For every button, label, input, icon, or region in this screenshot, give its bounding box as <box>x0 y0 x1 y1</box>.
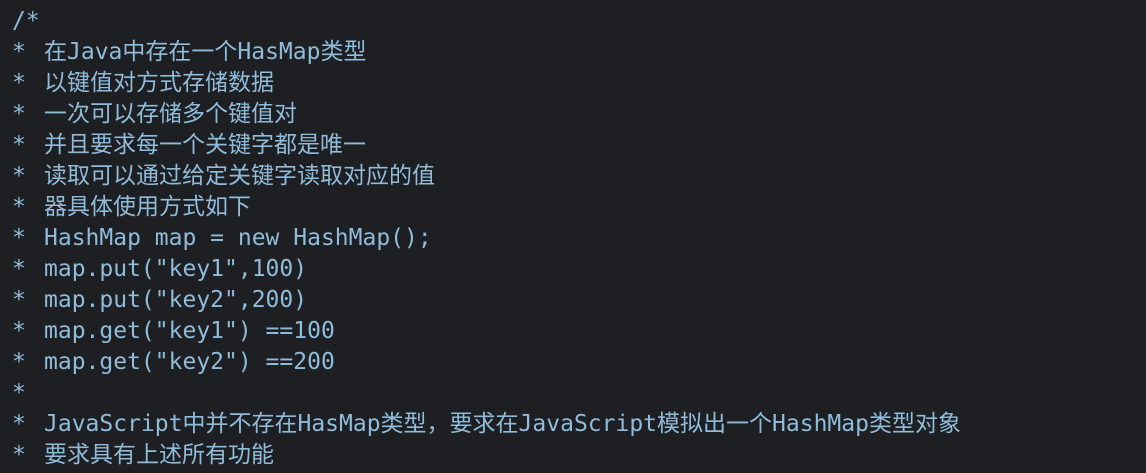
comment-marker: * <box>12 194 26 220</box>
comment-marker: * <box>12 225 26 251</box>
code-line: * 在Java中存在一个HasMap类型 <box>12 37 1146 68</box>
comment-marker: * <box>12 380 26 406</box>
comment-text: 器具体使用方式如下 <box>44 194 251 220</box>
comment-text: 并且要求每一个关键字都是唯一 <box>44 132 366 158</box>
comment-text: map.put("key1",100) <box>44 256 308 282</box>
comment-marker: * <box>12 318 26 344</box>
code-line: * 读取可以通过给定关键字读取对应的值 <box>12 161 1146 192</box>
comment-marker: * <box>12 39 26 65</box>
code-line: * map.put("key1",100) <box>12 254 1146 285</box>
code-line: * map.get("key1") ==100 <box>12 316 1146 347</box>
code-line: * map.put("key2",200) <box>12 285 1146 316</box>
code-line: * 并且要求每一个关键字都是唯一 <box>12 130 1146 161</box>
comment-marker: * <box>12 256 26 282</box>
comment-marker: * <box>12 411 26 437</box>
comment-marker: * <box>12 287 26 313</box>
comment-marker: * <box>12 349 26 375</box>
comment-text: 在Java中存在一个HasMap类型 <box>44 39 367 65</box>
comment-marker: * <box>12 163 26 189</box>
code-line: * map.get("key2") ==200 <box>12 347 1146 378</box>
code-line: * JavaScript中并不存在HasMap类型，要求在JavaScript模拟… <box>12 409 1146 440</box>
comment-text: 要求具有上述所有功能 <box>44 442 274 468</box>
comment-marker: * <box>12 442 26 468</box>
comment-text: 以键值对方式存储数据 <box>44 70 274 96</box>
comment-marker: /* <box>12 8 40 34</box>
comment-marker: * <box>12 101 26 127</box>
code-line: * <box>12 378 1146 409</box>
code-line: * 以键值对方式存储数据 <box>12 68 1146 99</box>
code-line: * 要求具有上述所有功能 <box>12 440 1146 471</box>
code-line: * HashMap map = new HashMap(); <box>12 223 1146 254</box>
comment-text: JavaScript中并不存在HasMap类型，要求在JavaScript模拟出… <box>44 411 961 437</box>
comment-text: map.put("key2",200) <box>44 287 308 313</box>
code-line: /* <box>12 6 1146 37</box>
comment-text: map.get("key1") ==100 <box>44 318 335 344</box>
comment-text: 读取可以通过给定关键字读取对应的值 <box>44 163 435 189</box>
comment-text: 一次可以存储多个键值对 <box>44 101 297 127</box>
comment-marker: * <box>12 70 26 96</box>
comment-marker: * <box>12 132 26 158</box>
comment-text: map.get("key2") ==200 <box>44 349 335 375</box>
code-line: * 器具体使用方式如下 <box>12 192 1146 223</box>
code-editor[interactable]: /* * 在Java中存在一个HasMap类型 * 以键值对方式存储数据 * 一次可以… <box>0 0 1146 473</box>
comment-text: HashMap map = new HashMap(); <box>44 225 432 251</box>
code-line: * 一次可以存储多个键值对 <box>12 99 1146 130</box>
